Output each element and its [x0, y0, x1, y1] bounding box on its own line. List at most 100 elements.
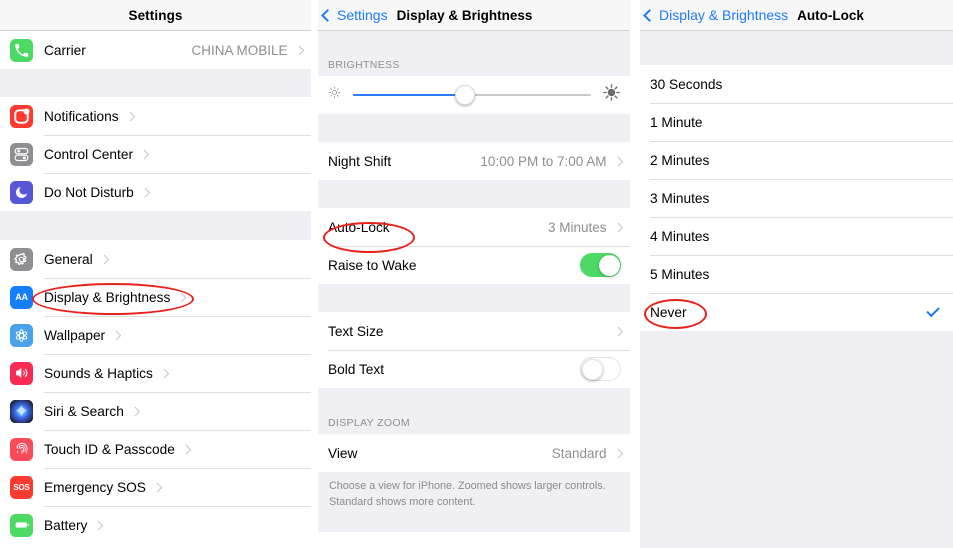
group-spacer	[0, 69, 311, 97]
sidebar-item-general[interactable]: General	[0, 240, 311, 278]
sidebar-item-display-brightness[interactable]: AA Display & Brightness	[0, 278, 311, 316]
group-spacer	[0, 211, 311, 240]
panel-divider	[311, 0, 318, 548]
sidebar-item-touch-id-passcode[interactable]: Touch ID & Passcode	[0, 430, 311, 468]
back-button-display-brightness[interactable]: Display & Brightness Auto-Lock	[640, 7, 864, 23]
sidebar-item-siri-search[interactable]: Siri & Search	[0, 392, 311, 430]
chevron-left-icon	[321, 8, 334, 22]
sidebar-item-label: Do Not Disturb	[44, 184, 134, 200]
back-button-settings[interactable]: Settings Display & Brightness	[318, 7, 532, 23]
option-label: 2 Minutes	[650, 152, 710, 168]
back-label: Settings	[337, 7, 388, 23]
sidebar-item-label: Emergency SOS	[44, 479, 146, 495]
autolock-navbar: Display & Brightness Auto-Lock	[640, 0, 953, 31]
view-group: View Standard	[318, 434, 630, 472]
sidebar-item-label: Notifications	[44, 108, 119, 124]
sidebar-item-emergency-sos[interactable]: SOS Emergency SOS	[0, 468, 311, 506]
row-label: Night Shift	[328, 153, 392, 169]
night-shift-group: Night Shift 10:00 PM to 7:00 AM	[318, 142, 630, 180]
battery-icon	[10, 513, 33, 537]
auto-lock-panel: Display & Brightness Auto-Lock 30 Second…	[640, 0, 953, 548]
list-item[interactable]: 4 Minutes	[640, 217, 953, 255]
chevron-right-icon	[294, 45, 304, 55]
group-spacer	[318, 31, 630, 58]
sidebar-item-label: Wallpaper	[44, 327, 106, 343]
checkmark-icon	[926, 303, 940, 318]
do-not-disturb-icon	[10, 180, 33, 204]
sidebar-item-battery[interactable]: Battery	[0, 506, 311, 544]
list-item[interactable]: 30 Seconds	[640, 65, 953, 103]
page-title: Display & Brightness	[396, 7, 533, 23]
sidebar-item-do-not-disturb[interactable]: Do Not Disturb	[0, 173, 311, 211]
settings-group-carrier: Carrier CHINA MOBILE	[0, 31, 311, 69]
view-value: Standard	[551, 445, 607, 461]
row-label: View	[328, 445, 358, 461]
row-view[interactable]: View Standard	[318, 434, 630, 472]
list-item-selected[interactable]: Never	[640, 293, 953, 331]
sidebar-item-control-center[interactable]: Control Center	[0, 135, 311, 173]
bold-text-toggle[interactable]	[580, 357, 621, 381]
option-label: 1 Minute	[650, 114, 703, 130]
back-label: Display & Brightness	[659, 7, 789, 23]
sidebar-item-label: Battery	[44, 517, 88, 533]
chevron-right-icon	[613, 448, 623, 458]
chevron-left-icon	[643, 8, 656, 22]
gear-icon	[10, 247, 33, 271]
chevron-right-icon	[159, 368, 169, 378]
auto-lock-options-list: 30 Seconds 1 Minute 2 Minutes 3 Minutes …	[640, 65, 953, 331]
brightness-thumb[interactable]	[454, 85, 475, 105]
row-bold-text[interactable]: Bold Text	[318, 350, 630, 388]
sounds-icon	[10, 361, 33, 385]
siri-icon	[10, 399, 33, 423]
display-navbar: Settings Display & Brightness	[318, 0, 630, 31]
carrier-value: CHINA MOBILE	[191, 42, 288, 58]
row-text-size[interactable]: Text Size	[318, 312, 630, 350]
night-shift-value: 10:00 PM to 7:00 AM	[480, 153, 607, 169]
sidebar-item-label: Control Center	[44, 146, 134, 162]
sidebar-item-label: Siri & Search	[44, 403, 124, 419]
sidebar-item-label: Carrier	[44, 42, 86, 58]
list-item[interactable]: 3 Minutes	[640, 179, 953, 217]
settings-navbar: Settings	[0, 0, 311, 31]
settings-panel: Settings Carrier CHINA MOBILE Notificati…	[0, 0, 311, 548]
row-night-shift[interactable]: Night Shift 10:00 PM to 7:00 AM	[318, 142, 630, 180]
list-item[interactable]: 1 Minute	[640, 103, 953, 141]
sos-glyph: SOS	[13, 482, 30, 492]
text-group: Text Size Bold Text	[318, 312, 630, 388]
sidebar-item-sounds-haptics[interactable]: Sounds & Haptics	[0, 354, 311, 392]
brightness-track[interactable]	[353, 85, 591, 105]
sidebar-item-carrier[interactable]: Carrier CHINA MOBILE	[0, 31, 311, 69]
option-label: 4 Minutes	[650, 228, 710, 244]
list-item[interactable]: 2 Minutes	[640, 141, 953, 179]
chevron-right-icon	[99, 254, 109, 264]
sidebar-item-label: Sounds & Haptics	[44, 365, 153, 381]
auto-lock-value: 3 Minutes	[547, 219, 607, 235]
display-zoom-header-area: DISPLAY ZOOM	[318, 414, 630, 434]
raise-to-wake-toggle[interactable]	[580, 253, 621, 277]
row-label: Raise to Wake	[328, 257, 417, 273]
list-item[interactable]: 5 Minutes	[640, 255, 953, 293]
settings-group-system: General AA Display & Brightness Wallpape…	[0, 240, 311, 544]
group-spacer	[318, 114, 630, 142]
row-raise-to-wake[interactable]: Raise to Wake	[318, 246, 630, 284]
brightness-header: BRIGHTNESS	[318, 58, 630, 76]
display-brightness-icon: AA	[10, 285, 33, 309]
row-auto-lock[interactable]: Auto-Lock 3 Minutes	[318, 208, 630, 246]
sidebar-item-label: Display & Brightness	[44, 289, 171, 305]
notifications-icon	[10, 104, 33, 128]
panel-divider	[630, 0, 640, 548]
brightness-fill	[353, 94, 465, 96]
control-center-icon	[10, 142, 33, 166]
brightness-slider-row[interactable]	[318, 76, 630, 114]
row-label: Text Size	[328, 323, 384, 339]
group-spacer	[318, 180, 630, 208]
sidebar-item-notifications[interactable]: Notifications	[0, 97, 311, 135]
page-title: Auto-Lock	[797, 7, 864, 23]
sidebar-item-label: General	[44, 251, 93, 267]
chevron-right-icon	[176, 292, 187, 302]
sidebar-item-wallpaper[interactable]: Wallpaper	[0, 316, 311, 354]
sidebar-item-label: Touch ID & Passcode	[44, 441, 175, 457]
chevron-right-icon	[111, 330, 121, 340]
group-spacer	[318, 284, 630, 312]
row-label: Auto-Lock	[328, 219, 390, 235]
